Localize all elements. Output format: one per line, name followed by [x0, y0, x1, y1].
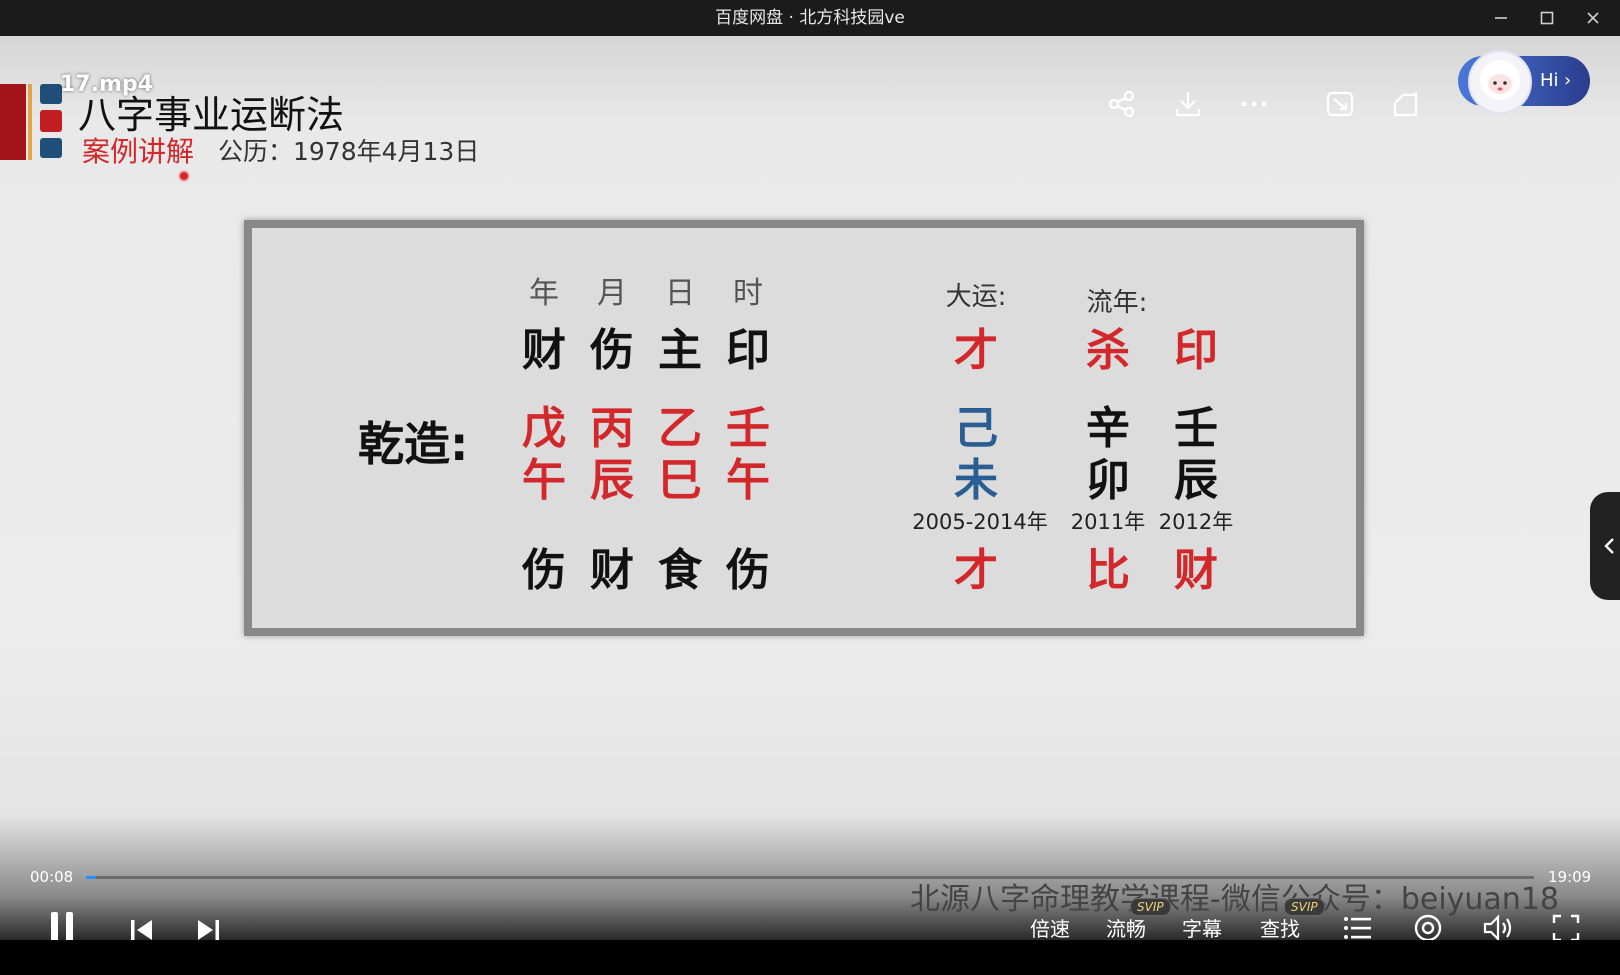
earthly-branch: 午: [726, 455, 770, 506]
more-icon[interactable]: [1236, 86, 1272, 122]
col-header-month: 月: [597, 276, 627, 311]
dayun-branch: 未: [954, 455, 998, 506]
liunian-ten-god-top: 印: [1174, 325, 1218, 376]
course-watermark: 北源八字命理教学课程-微信公众号：beiyuan18: [910, 882, 1559, 917]
ten-god-top: 财: [522, 325, 566, 376]
video-file-name: 17.mp4: [60, 72, 153, 97]
dayun-ten-god-bottom: 才: [954, 545, 998, 596]
liunian-branch: 辰: [1174, 455, 1218, 506]
col-header-hour: 时: [733, 276, 763, 311]
col-header-day: 日: [665, 276, 695, 311]
close-icon[interactable]: [1570, 0, 1616, 36]
ten-god-top: 主: [658, 325, 702, 376]
search-button[interactable]: 查找: [1260, 913, 1300, 942]
earthly-branch: 辰: [590, 455, 634, 506]
skip-previous-icon: [131, 920, 152, 940]
col-header-year: 年: [529, 276, 559, 311]
window-title: 百度网盘 · 北方科技园ve: [715, 8, 905, 28]
ten-god-bottom: 伤: [522, 545, 566, 596]
ten-god-bottom: 食: [658, 545, 702, 596]
ten-god-bottom: 财: [590, 545, 634, 596]
ten-god-bottom: 伤: [726, 545, 770, 596]
fullscreen-icon: [1552, 914, 1580, 942]
cursor-dot: [178, 170, 190, 182]
assistant-greeting: Hi: [1540, 70, 1559, 91]
dayun-ten-god-top: 才: [954, 325, 998, 376]
chevron-right-icon: ›: [1564, 70, 1572, 91]
minimize-icon[interactable]: [1478, 0, 1524, 36]
maximize-icon[interactable]: [1524, 0, 1570, 36]
speed-button[interactable]: 倍速: [1030, 913, 1070, 942]
liunian-branch: 卯: [1086, 455, 1130, 506]
list-icon: [1344, 917, 1371, 939]
subtitles-button[interactable]: 字幕: [1182, 913, 1222, 942]
skip-next-icon: [198, 920, 219, 940]
volume-icon: [1483, 914, 1512, 942]
current-time: 00:08: [30, 868, 74, 886]
quality-button[interactable]: 流畅: [1106, 913, 1146, 942]
liunian-ten-god-bottom: 财: [1174, 545, 1218, 596]
ten-god-top: 伤: [590, 325, 634, 376]
crop-icon[interactable]: [1388, 86, 1424, 122]
video-frame[interactable]: 八字事业运断法 17.mp4 案例讲解 公历：1978年4月13日 Hi › 年…: [0, 36, 1620, 940]
bazi-chart-board: 年 月 日 时 财 伤 主 印 乾造: 戊 丙 乙 壬 午 辰 巳 午 伤 财 …: [244, 220, 1364, 636]
svip-badge: SVIP: [1130, 898, 1171, 916]
earthly-branch: 午: [522, 455, 566, 506]
progress-bar[interactable]: [86, 876, 1534, 879]
liunian-year: 2011年: [1070, 510, 1146, 534]
liunian-ten-god-top: 杀: [1086, 325, 1130, 376]
download-icon[interactable]: [1170, 86, 1206, 122]
ten-god-top: 印: [726, 325, 770, 376]
dayun-years: 2005-2014年: [912, 510, 1048, 534]
liunian-year: 2012年: [1158, 510, 1234, 534]
window-title-bar: 百度网盘 · 北方科技园ve: [0, 0, 1620, 36]
bottom-bar: [0, 940, 1620, 975]
assistant-avatar: [1468, 50, 1532, 114]
screen-capture-icon[interactable]: [1322, 86, 1358, 122]
birth-date: 公历：1978年4月13日: [218, 137, 480, 166]
liunian-ten-god-bottom: 比: [1086, 545, 1130, 596]
side-panel-toggle[interactable]: [1590, 492, 1620, 600]
qianzao-label: 乾造:: [358, 417, 469, 471]
svip-badge: SVIP: [1284, 898, 1325, 916]
earthly-branch: 巳: [658, 455, 702, 506]
share-icon[interactable]: [1104, 86, 1140, 122]
progress-fill: [86, 876, 96, 879]
ai-assistant-button[interactable]: Hi ›: [1458, 50, 1590, 114]
case-label: 案例讲解: [82, 135, 195, 168]
dayun-label: 大运:: [945, 282, 1007, 312]
chevron-left-icon: [1604, 538, 1614, 554]
total-time: 19:09: [1548, 868, 1592, 886]
settings-icon: [1414, 914, 1442, 942]
